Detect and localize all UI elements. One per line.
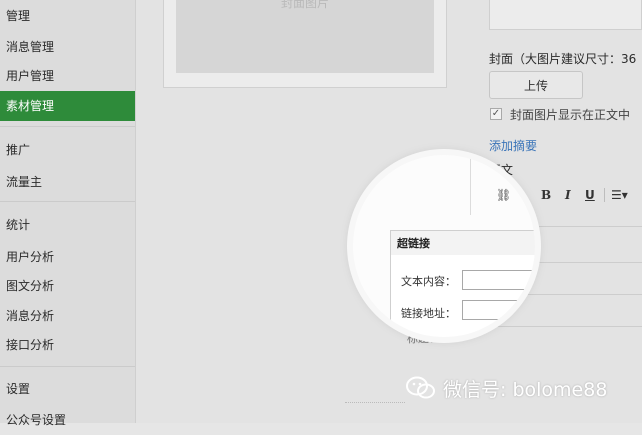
wechat-icon [406,376,435,399]
hyperlink-dialog: 文本内容： 链接地址： [390,255,535,337]
sidebar-item-message-management[interactable]: 消息管理 [0,32,135,62]
sidebar-item-api-analysis[interactable]: 接口分析 [0,330,135,360]
sidebar-item-user-management[interactable]: 用户管理 [0,61,135,91]
underline-button[interactable]: U [585,188,595,202]
sidebar-item-account-settings[interactable]: 公众号设置 [0,405,135,435]
cover-placeholder-text: 封面图片 [280,0,329,10]
add-summary-link[interactable]: 添加摘要 [489,137,537,154]
link-url-label: 链接地址： [401,307,456,320]
wechat-watermark: 微信号: bolome88 [405,374,607,402]
sidebar-item-user-analysis[interactable]: 用户分析 [0,242,135,272]
text-content-label: 文本内容： [401,275,456,288]
sidebar: 管理 消息管理 用户管理 素材管理 推广 流量主 统计 用户分析 图文分析 消息… [0,0,136,427]
magnifier-bubble: ⛓ 超链接 文本内容： 链接地址： [353,155,535,337]
sidebar-item-message-analysis[interactable]: 消息分析 [0,301,135,331]
sidebar-divider [0,366,135,367]
sidebar-item-article-analysis[interactable]: 图文分析 [0,271,135,301]
sidebar-item-traffic-owner[interactable]: 流量主 [0,167,135,197]
cover-label: 封面（大图片建议尺寸：36 [489,52,637,66]
sidebar-item-manage[interactable]: 管理 [0,1,135,31]
sidebar-item-statistics[interactable]: 统计 [0,210,135,240]
hyperlink-dialog-title: 超链接 [390,230,535,256]
show-cover-label: 封面图片显示在正文中 [510,108,631,122]
title-input[interactable] [489,0,642,30]
link-icon[interactable]: ⛓ [496,188,511,202]
bold-button[interactable]: B [541,188,551,202]
magnified-divider [470,155,471,215]
sidebar-item-material-management[interactable]: 素材管理 [0,91,135,121]
text-content-input[interactable] [462,270,535,290]
upload-button[interactable]: 上传 [489,71,583,99]
dotted-line [345,402,405,404]
watermark-text: 微信号: bolome88 [443,378,608,401]
list-icon[interactable]: ☰▾ [611,188,628,202]
sidebar-item-settings[interactable]: 设置 [0,374,135,404]
sidebar-item-promotion[interactable]: 推广 [0,135,135,165]
sidebar-divider [0,201,135,202]
sidebar-divider [0,126,135,127]
toolbar-separator [604,188,605,202]
cover-preview: 封面图片 [176,0,434,73]
show-cover-checkbox[interactable]: ✓ [490,108,502,120]
italic-button[interactable]: I [565,188,571,202]
link-url-input[interactable] [462,300,535,320]
